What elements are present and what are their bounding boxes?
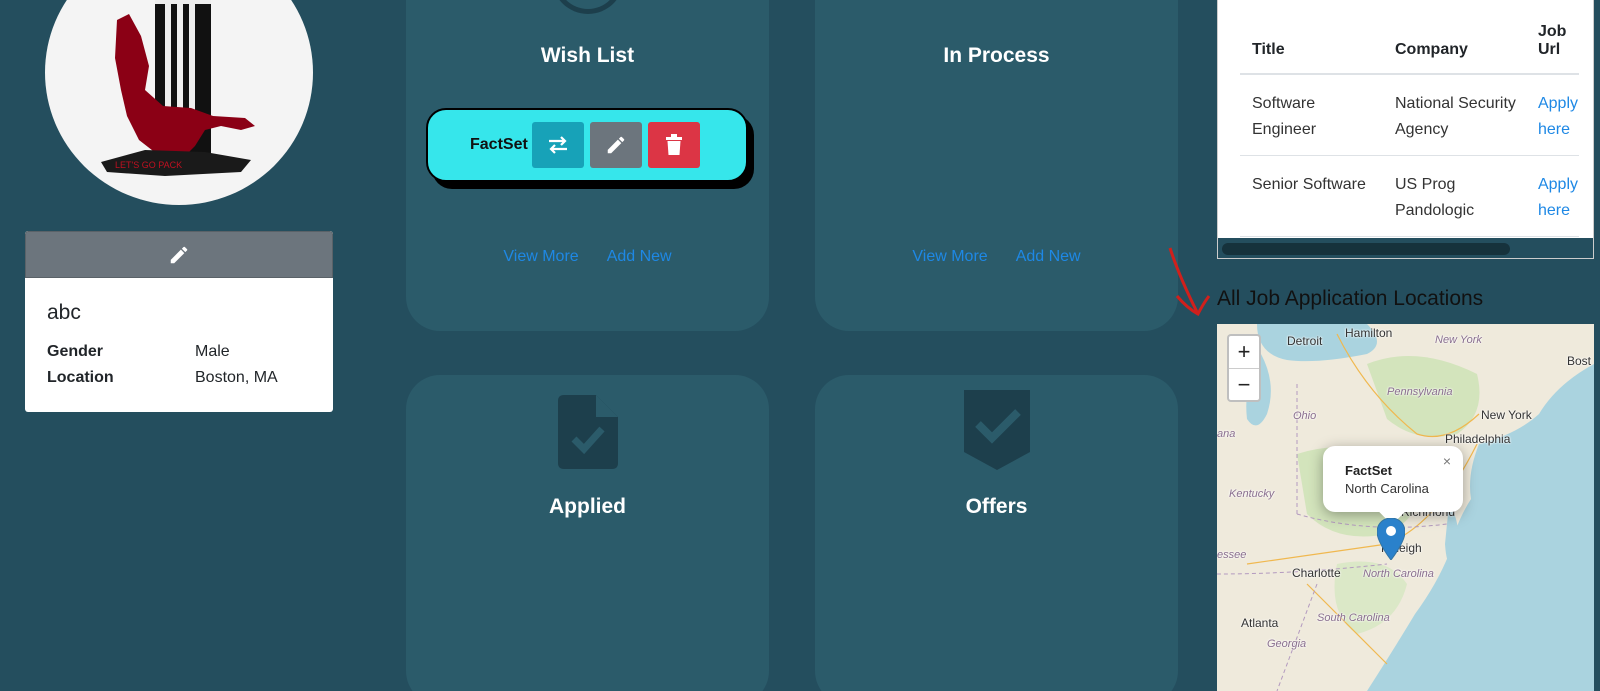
zoom-out-button[interactable]: − [1229, 368, 1259, 400]
column-header-company: Company [1382, 0, 1526, 75]
board-title: Wish List [540, 44, 635, 67]
board-wish-list: Wish List FactSet View More Add New [406, 0, 769, 331]
map-popup: FactSet North Carolina × [1323, 446, 1463, 525]
map-pin-icon[interactable] [1377, 518, 1405, 560]
field-label: Gender [47, 343, 104, 360]
profile-field-location: Location Boston, MA [47, 369, 278, 387]
wish-list-icon [552, 0, 624, 14]
map-label: Pennsylvania [1387, 386, 1453, 398]
add-new-link[interactable]: Add New [607, 248, 672, 266]
pencil-icon [607, 136, 625, 154]
table-row: Senior Software US Prog Pandologic Apply… [1240, 155, 1590, 237]
map-label: Detroit [1287, 334, 1323, 348]
job-card-company: FactSet [470, 136, 528, 153]
cell-company: US Prog Pandologic [1382, 155, 1526, 237]
apply-link[interactable]: Apply here [1538, 176, 1578, 219]
edit-profile-button[interactable] [25, 231, 333, 278]
popup-subtitle: North Carolina [1345, 481, 1429, 496]
scrollbar-thumb[interactable] [1222, 243, 1510, 255]
view-more-link[interactable]: View More [503, 248, 578, 266]
horizontal-scrollbar[interactable] [1218, 238, 1593, 258]
job-card[interactable]: FactSet [426, 108, 748, 182]
popup-title: FactSet [1345, 463, 1392, 478]
avatar: LET'S GO PACK [45, 0, 313, 205]
map-zoom-control: + − [1227, 334, 1261, 402]
board-in-process: In Process View More Add New [815, 0, 1178, 331]
map-label: Kentucky [1229, 488, 1275, 500]
apply-link[interactable]: Apply here [1538, 95, 1578, 138]
add-new-link[interactable]: Add New [1016, 248, 1081, 266]
board-applied: Applied [406, 375, 769, 691]
view-more-link[interactable]: View More [912, 248, 987, 266]
edit-job-button[interactable] [589, 122, 642, 168]
map-heading: All Job Application Locations [1217, 287, 1484, 310]
cell-company: National Security Agency [1382, 74, 1526, 156]
profile-card: abc Gender Male Location Boston, MA [25, 231, 333, 412]
board-offers: Offers [815, 375, 1178, 691]
board-title: Offers [965, 495, 1028, 518]
map-label: Hamilton [1345, 326, 1393, 340]
cell-title: Senior Software [1240, 155, 1383, 237]
field-value: Boston, MA [195, 369, 278, 386]
cell-title: Software Engineer [1240, 74, 1383, 156]
map-label: Philadelphia [1445, 432, 1511, 446]
swap-arrows-icon [548, 136, 567, 154]
vertical-scrollbar[interactable] [1579, 0, 1593, 258]
wolf-logo-icon: LET'S GO PACK [101, 0, 255, 176]
field-value: Male [195, 343, 230, 360]
field-label: Location [47, 369, 114, 386]
svg-text:LET'S GO PACK: LET'S GO PACK [115, 160, 182, 170]
map-label: New York [1435, 334, 1482, 346]
job-locations-map[interactable]: Detroit Hamilton New York Bost Pennsylva… [1217, 324, 1594, 691]
map-label: Atlanta [1241, 616, 1279, 630]
red-arrow-annotation [1168, 247, 1211, 317]
jobs-table-panel[interactable]: Title Company Job Url Software Engineer … [1217, 0, 1594, 259]
profile-field-gender: Gender Male [47, 343, 230, 361]
map-label: North Carolina [1363, 568, 1434, 580]
map-label: ana [1217, 428, 1236, 440]
delete-job-button[interactable] [647, 122, 700, 168]
map-label: New York [1481, 408, 1532, 422]
badge-check-icon [963, 390, 1030, 470]
file-check-icon [557, 395, 618, 469]
map-label: essee [1217, 549, 1247, 561]
trash-icon [665, 134, 682, 155]
table-row: Software Engineer National Security Agen… [1240, 74, 1590, 156]
move-job-button[interactable] [531, 122, 584, 168]
popup-close-button[interactable]: × [1443, 453, 1451, 469]
jobs-table: Title Company Job Url Software Engineer … [1240, 0, 1590, 237]
profile-name: abc [47, 301, 81, 324]
board-title: In Process [943, 44, 1050, 67]
map-label: Ohio [1293, 410, 1317, 422]
column-header-title: Title [1240, 0, 1383, 75]
map-label: Bost [1567, 354, 1592, 368]
map-label: Georgia [1267, 638, 1307, 650]
board-title: Applied [549, 495, 626, 518]
zoom-in-button[interactable]: + [1229, 336, 1259, 368]
pencil-icon [170, 246, 188, 263]
map-label: Charlotte [1292, 566, 1341, 580]
map-label: South Carolina [1317, 612, 1390, 624]
